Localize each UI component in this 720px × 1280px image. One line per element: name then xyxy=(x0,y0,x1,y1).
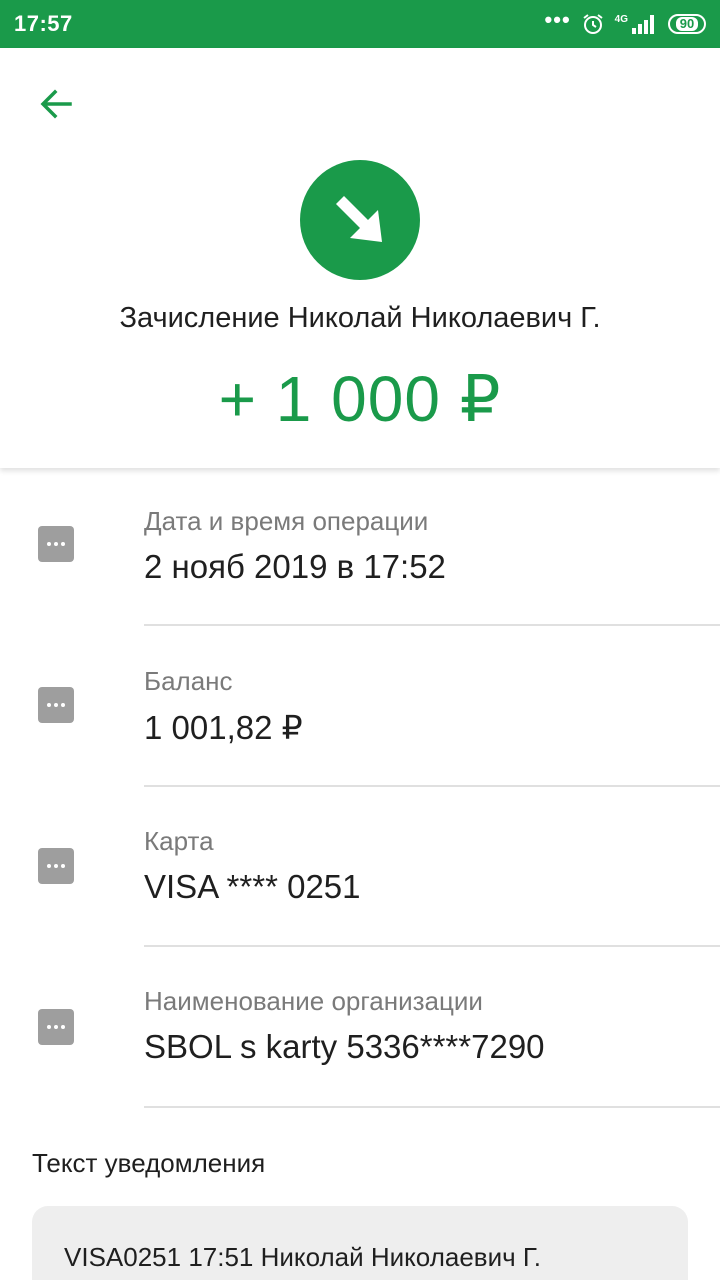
detail-label: Наименование организации xyxy=(144,986,483,1016)
detail-row-card: Карта VISA **** 0251 xyxy=(0,788,720,948)
detail-row-datetime: Дата и время операции 2 нояб 2019 в 17:5… xyxy=(0,468,720,628)
back-button[interactable] xyxy=(34,84,78,128)
status-time: 17:57 xyxy=(14,11,73,36)
details-list: Дата и время операции 2 нояб 2019 в 17:5… xyxy=(0,468,720,1108)
alarm-icon xyxy=(581,12,605,36)
operation-amount: + 1 000 ₽ xyxy=(218,363,502,435)
detail-row-balance: Баланс 1 001,82 ₽ xyxy=(0,628,720,788)
detail-value: 1 001,82 ₽ xyxy=(144,709,303,746)
more-icon[interactable] xyxy=(38,848,74,884)
battery-icon: 90 xyxy=(668,14,706,34)
notification-title: Текст уведомления xyxy=(32,1148,266,1178)
divider xyxy=(144,785,720,787)
detail-value: SBOL s karty 5336****7290 xyxy=(144,1028,545,1065)
signal-icon: 4G xyxy=(615,14,658,34)
network-type: 4G xyxy=(614,14,628,25)
divider xyxy=(144,945,720,947)
more-icon[interactable] xyxy=(38,687,74,723)
battery-level: 90 xyxy=(675,17,699,31)
detail-value: 2 нояб 2019 в 17:52 xyxy=(144,548,446,585)
notification-box: VISA0251 17:51 Николай Николаевич Г. xyxy=(32,1206,688,1280)
more-icon[interactable] xyxy=(38,1009,74,1045)
status-icons: ••• 4G 90 xyxy=(544,7,706,36)
notification-text: VISA0251 17:51 Николай Николаевич Г. xyxy=(64,1242,542,1272)
divider xyxy=(144,1106,720,1108)
arrow-left-icon xyxy=(38,86,74,127)
detail-label: Баланс xyxy=(144,666,233,696)
status-bar: 17:57 ••• 4G 90 xyxy=(0,0,720,48)
detail-row-organization: Наименование организации SBOL s karty 53… xyxy=(0,948,720,1108)
operation-title: Зачисление Николай Николаевич Г. xyxy=(119,302,601,334)
operation-header: Зачисление Николай Николаевич Г. + 1 000… xyxy=(0,48,720,468)
more-icon[interactable] xyxy=(38,526,74,562)
detail-label: Карта xyxy=(144,826,214,856)
detail-label: Дата и время операции xyxy=(144,506,429,536)
incoming-arrow-icon xyxy=(300,160,420,280)
more-dots-icon: ••• xyxy=(544,7,571,32)
divider xyxy=(144,624,720,626)
detail-value: VISA **** 0251 xyxy=(144,868,361,905)
